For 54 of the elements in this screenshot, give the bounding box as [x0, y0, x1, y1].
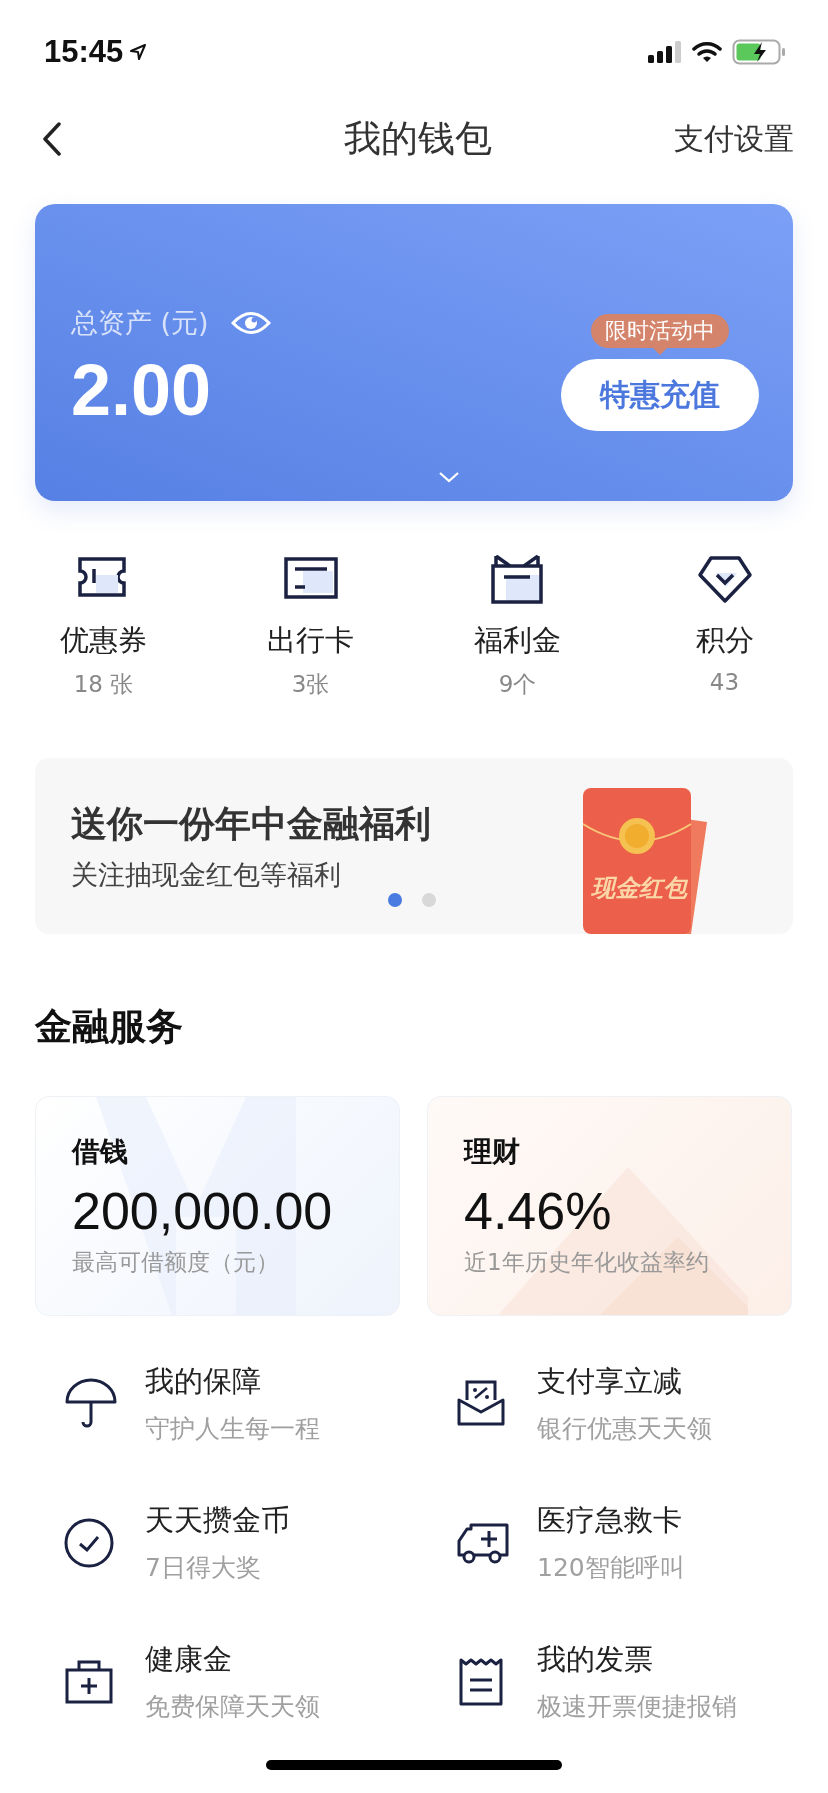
banner-subtitle: 关注抽现金红包等福利: [71, 858, 341, 892]
service-subtitle: 120智能呼叫: [537, 1552, 685, 1584]
page-title: 我的钱包: [344, 117, 492, 160]
shortcut-item[interactable]: 出行卡 3张: [207, 555, 414, 700]
balance-amount: 2.00: [71, 349, 213, 431]
service-item[interactable]: 天天攒金币 7日得大奖: [63, 1501, 455, 1584]
service-title: 支付享立减: [537, 1363, 683, 1400]
finance-note: 最高可借额度（元）: [72, 1248, 280, 1277]
service-title: 我的发票: [537, 1641, 654, 1678]
promo-badge: 限时活动中: [591, 314, 729, 348]
shortcut-item[interactable]: 福利金 9个: [414, 555, 621, 700]
finance-card[interactable]: 借钱 200,000.00 最高可借额度（元）: [35, 1096, 400, 1316]
wifi-icon: [692, 41, 722, 63]
service-subtitle: 免费保障天天领: [145, 1691, 320, 1723]
box-icon: [489, 555, 546, 605]
shortcut-item[interactable]: 优惠券 18 张: [0, 555, 207, 700]
service-subtitle: 守护人生每一程: [145, 1413, 320, 1445]
service-item[interactable]: 我的保障 守护人生每一程: [63, 1362, 455, 1445]
carousel-dot[interactable]: [388, 893, 402, 907]
service-title: 健康金: [145, 1641, 233, 1678]
finance-card[interactable]: 理财 4.46% 近1年历史年化收益率约: [427, 1096, 792, 1316]
location-arrow-icon: [129, 43, 148, 61]
balance-label: 总资产 (元): [71, 306, 209, 340]
service-subtitle: 银行优惠天天领: [537, 1413, 712, 1445]
chevron-down-icon[interactable]: [438, 471, 460, 483]
payment-settings-link[interactable]: 支付设置: [674, 118, 794, 160]
battery-icon: [732, 39, 786, 65]
diamond-icon: [696, 555, 753, 605]
status-time: 15:45: [44, 34, 124, 70]
top-up-button[interactable]: 特惠充值: [561, 359, 759, 431]
service-title: 天天攒金币: [145, 1502, 290, 1539]
envelope-caption: 现金红包: [590, 873, 689, 904]
service-item[interactable]: 我的发票 极速开票便捷报销: [455, 1640, 815, 1723]
finance-title: 理财: [464, 1134, 521, 1170]
section-title: 金融服务: [35, 1004, 184, 1050]
banner-title: 送你一份年中金融福利: [71, 802, 431, 846]
service-title: 我的保障: [145, 1363, 262, 1400]
badge-pointer: [653, 348, 667, 355]
promo-banner[interactable]: 送你一份年中金融福利 关注抽现金红包等福利 现金红包: [35, 758, 793, 934]
service-item[interactable]: 健康金 免费保障天天领: [63, 1640, 455, 1723]
umbrella-icon: [63, 1377, 117, 1430]
shortcut-item[interactable]: 积分 43: [621, 555, 828, 700]
finance-note: 近1年历史年化收益率约: [464, 1248, 710, 1277]
service-subtitle: 7日得大奖: [145, 1552, 262, 1584]
service-subtitle: 极速开票便捷报销: [537, 1691, 737, 1723]
finance-value: 200,000.00: [72, 1181, 334, 1241]
finance-title: 借钱: [72, 1134, 129, 1170]
service-item[interactable]: 医疗急救卡 120智能呼叫: [455, 1501, 815, 1584]
service-item[interactable]: 支付享立减 银行优惠天天领: [455, 1362, 815, 1445]
eye-icon[interactable]: [230, 310, 271, 336]
carousel-dot[interactable]: [422, 893, 436, 907]
service-title: 医疗急救卡: [537, 1502, 683, 1539]
finance-value: 4.46%: [464, 1181, 613, 1241]
signal-icon: [648, 41, 682, 63]
